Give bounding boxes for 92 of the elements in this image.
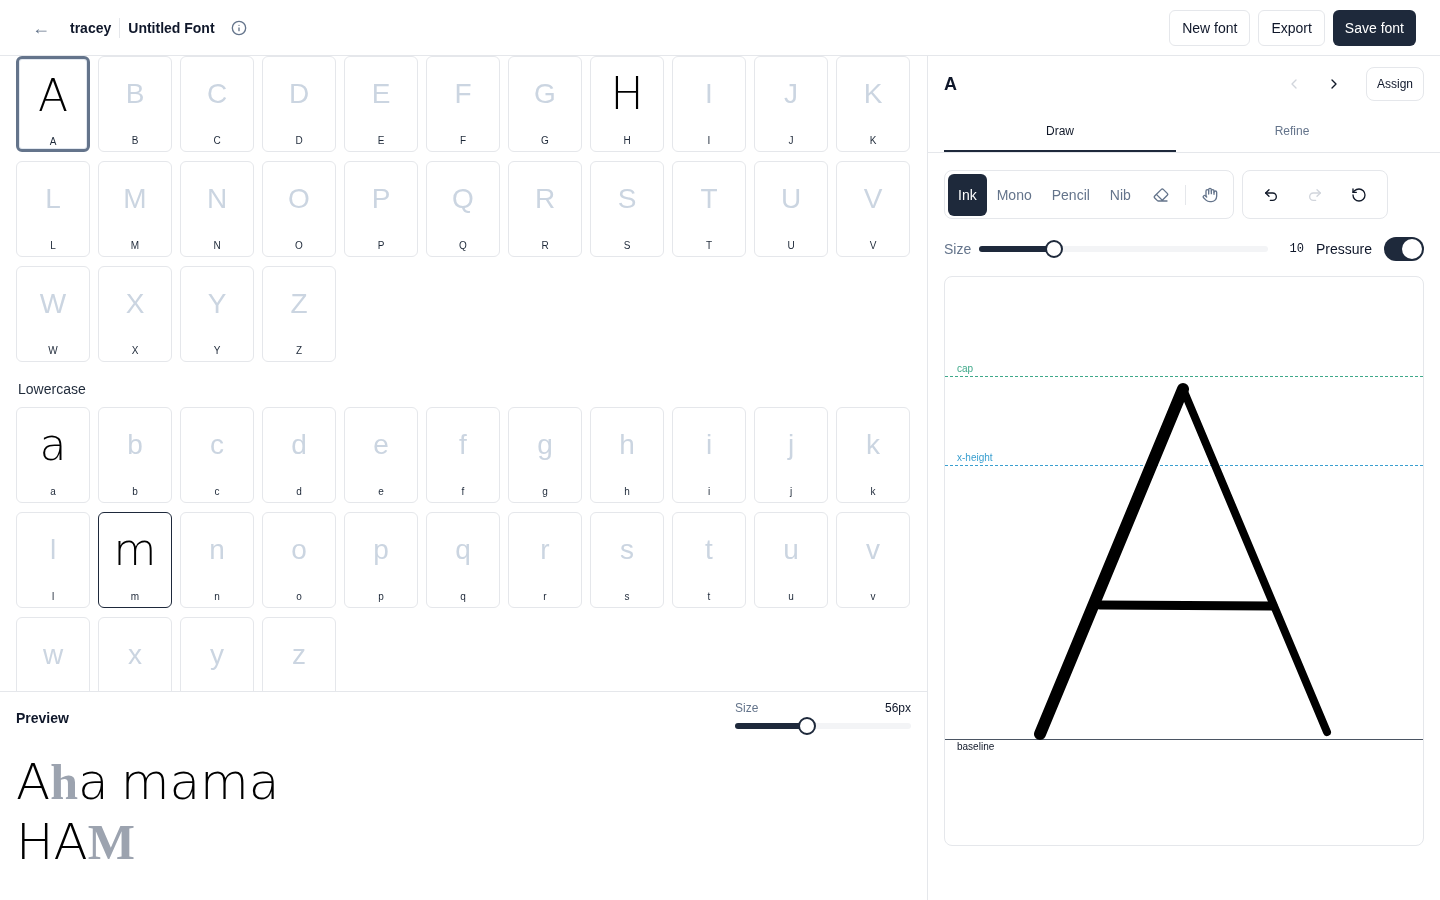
drawing-canvas[interactable]: cap x-height baseline <box>944 276 1424 846</box>
glyph-label: u <box>788 590 794 604</box>
info-icon[interactable] <box>230 19 247 36</box>
size-reading: 56px <box>884 700 911 716</box>
glyph-drawing: H <box>610 67 644 121</box>
glyph-label: c <box>214 485 220 499</box>
glyph-label: a <box>50 485 56 499</box>
tool-button[interactable]: Mono <box>986 173 1042 216</box>
glyph-label: C <box>213 134 221 148</box>
glyph-label: n <box>214 590 220 604</box>
hand-icon <box>1201 186 1218 203</box>
guide-label: cap <box>957 362 974 376</box>
size-slider[interactable] <box>735 716 911 736</box>
size-label: Size <box>735 700 759 716</box>
current-glyph: A <box>944 73 957 96</box>
glyph-label: i <box>707 485 711 499</box>
glyph-label: J <box>788 134 794 148</box>
slider-thumb[interactable] <box>1045 240 1064 258</box>
section-heading: Lowercase <box>18 380 87 399</box>
glyph-label: I <box>707 134 711 148</box>
glyph-label: A <box>49 135 57 149</box>
glyph-card[interactable]: A A <box>16 56 90 152</box>
glyph-label: T <box>705 239 713 253</box>
glyph-label: K <box>869 134 877 148</box>
glyph-card[interactable]: H H <box>590 56 664 152</box>
pressure-toggle[interactable] <box>1384 237 1424 261</box>
tool-button[interactable]: Pencil <box>1041 173 1100 216</box>
size-reading: 10 <box>1289 241 1304 257</box>
guide-label: baseline <box>957 740 995 754</box>
glyph-label: m <box>130 590 140 604</box>
glyph-label: k <box>870 485 876 499</box>
glyph-label: g <box>542 485 548 499</box>
glyph-label: v <box>870 590 876 604</box>
tool-button[interactable]: Ink <box>948 173 987 216</box>
glyph-drawing: A <box>37 68 69 123</box>
slider-thumb[interactable] <box>798 717 817 735</box>
glyph-label: j <box>789 485 793 499</box>
glyph-drawing: a <box>39 418 67 472</box>
guide-label: x-height <box>957 451 993 465</box>
preview-title: Preview <box>16 709 69 728</box>
glyph-label: D <box>295 134 303 148</box>
glyph-label: G <box>541 134 549 148</box>
header-button[interactable]: New font <box>1169 9 1251 46</box>
glyph-label: e <box>378 485 384 499</box>
glyph-label: h <box>624 485 630 499</box>
assign-button[interactable]: Assign <box>1365 67 1424 101</box>
size-slider[interactable] <box>979 239 1268 259</box>
glyph-label: o <box>296 590 302 604</box>
glyph-label: H <box>623 134 631 148</box>
glyph-label: S <box>623 239 631 253</box>
glyph-label: q <box>460 590 466 604</box>
glyph-label: X <box>131 344 139 358</box>
user-name: tracey <box>70 17 121 38</box>
glyph-label: s <box>624 590 630 604</box>
header-button[interactable]: Export <box>1258 9 1325 46</box>
glyph-label: d <box>296 485 302 499</box>
glyph-label: t <box>707 590 711 604</box>
glyph-label: W <box>48 344 58 358</box>
glyph-label: U <box>787 239 795 253</box>
glyph-label: p <box>378 590 384 604</box>
size-label: Size <box>944 240 973 259</box>
glyph-label: F <box>459 134 467 148</box>
preview-word: Aha <box>16 752 109 812</box>
tool-button[interactable]: Nib <box>1099 173 1141 216</box>
font-name: Untitled Font <box>127 18 215 38</box>
pressure-label: Pressure <box>1315 240 1372 259</box>
glyph-label: B <box>131 134 139 148</box>
glyph-label: R <box>541 239 549 253</box>
preview-word: HAM <box>16 812 136 872</box>
back-button[interactable]: ← <box>32 18 50 37</box>
tab[interactable]: Draw <box>944 112 1176 152</box>
preview-word: mama <box>120 752 280 812</box>
tab[interactable]: Refine <box>1176 112 1408 152</box>
glyph-label: O <box>295 239 303 253</box>
glyph-label: Q <box>459 239 467 253</box>
glyph-label: V <box>869 239 877 253</box>
glyph-label: r <box>543 590 547 604</box>
glyph-label: f <box>461 485 465 499</box>
glyph-drawing: m <box>113 523 157 577</box>
glyph-card[interactable]: a a <box>16 407 90 503</box>
header-button[interactable]: Save font <box>1332 9 1416 46</box>
glyph-label: L <box>50 239 56 253</box>
glyph-label: P <box>377 239 385 253</box>
glyph-label: l <box>51 590 55 604</box>
glyph-label: E <box>377 134 385 148</box>
eraser-icon <box>1152 186 1169 203</box>
glyph-label: M <box>130 239 140 253</box>
glyph-label: N <box>213 239 221 253</box>
glyph-label: Y <box>213 344 221 358</box>
glyph-label: Z <box>295 344 303 358</box>
glyph-label: b <box>132 485 138 499</box>
glyph-card[interactable]: m m <box>98 512 172 608</box>
